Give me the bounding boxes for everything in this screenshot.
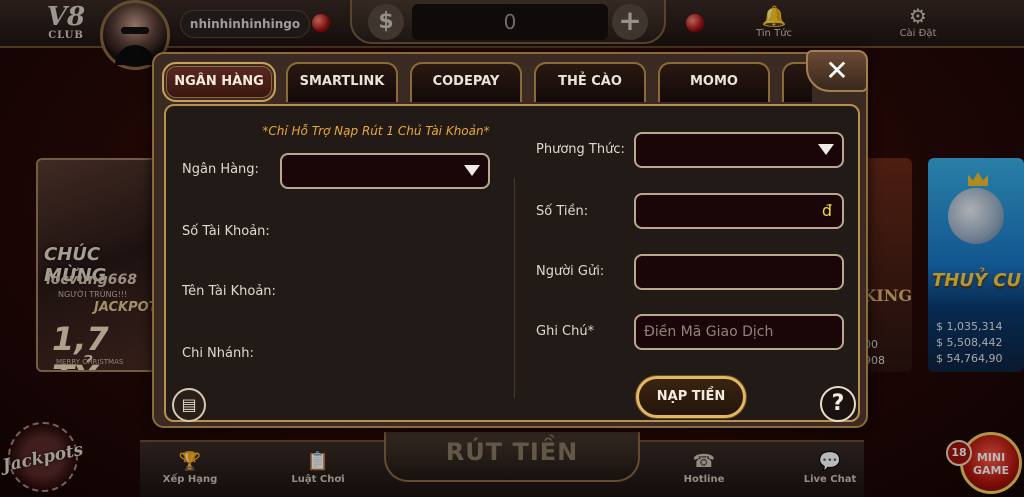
chevron-down-icon [464, 165, 480, 176]
form-panel: *Chỉ Hỗ Trợ Nạp Rút 1 Chủ Tài Khoản* Ngâ… [164, 104, 860, 422]
column-divider [514, 178, 515, 398]
account-name-label: Tên Tài Khoản: [182, 284, 276, 299]
note-label: Ghi Chú* [536, 324, 595, 339]
amount-input[interactable] [636, 195, 842, 227]
deposit-dialog: NGÂN HÀNG SMARTLINK CODEPAY THẺ CÀO MOMO… [152, 50, 868, 428]
payment-tabs: NGÂN HÀNG SMARTLINK CODEPAY THẺ CÀO MOMO… [162, 60, 812, 104]
tab-codepay[interactable]: CODEPAY [410, 62, 522, 102]
sender-input[interactable] [636, 256, 842, 288]
method-label: Phương Thức: [536, 142, 625, 157]
help-button[interactable]: ? [820, 386, 856, 422]
bank-select[interactable] [280, 153, 490, 189]
method-select[interactable] [634, 132, 844, 168]
sender-field[interactable] [634, 254, 844, 290]
close-button[interactable]: ✕ [806, 50, 868, 92]
account-number-label: Số Tài Khoản: [182, 224, 270, 239]
currency-symbol: đ [821, 201, 832, 220]
branch-label: Chi Nhánh: [182, 346, 254, 361]
chevron-down-icon [818, 144, 834, 155]
tab-smartlink[interactable]: SMARTLINK [286, 62, 398, 102]
note-input[interactable] [636, 316, 842, 348]
bank-label: Ngân Hàng: [182, 162, 259, 177]
deposit-submit-button[interactable]: NẠP TIỀN [636, 376, 746, 418]
note-field[interactable] [634, 314, 844, 350]
amount-field[interactable]: đ [634, 193, 844, 229]
amount-label: Số Tiền: [536, 204, 589, 219]
tab-the-cao[interactable]: THẺ CÀO [534, 62, 646, 102]
history-icon[interactable]: ▤ [172, 388, 206, 422]
tab-ngan-hang[interactable]: NGÂN HÀNG [162, 62, 276, 102]
sender-label: Người Gửi: [536, 264, 605, 279]
notice-text: *Chỉ Hỗ Trợ Nạp Rút 1 Chủ Tài Khoản* [262, 124, 490, 138]
tab-momo[interactable]: MOMO [658, 62, 770, 102]
